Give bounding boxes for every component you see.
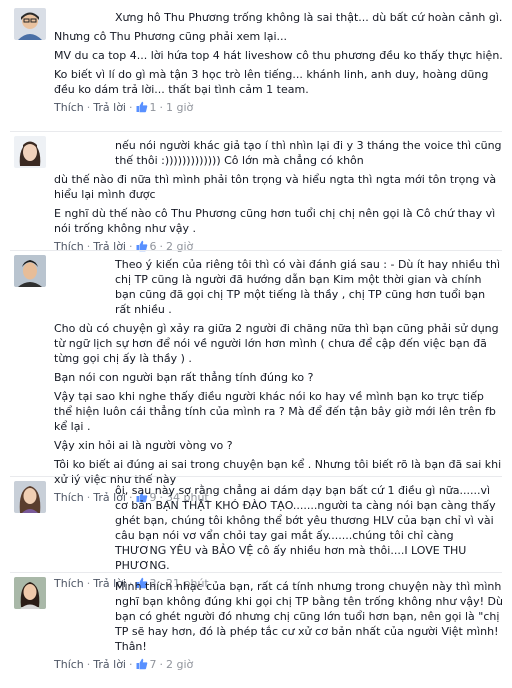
- comment-text: nếu nói người khác giả tạo í thì nhìn lạ…: [115, 139, 502, 167]
- like-link[interactable]: Thích: [54, 240, 84, 253]
- avatar-photo: [14, 577, 46, 609]
- comment-text: Cho dù có chuyện gì xảy ra giữa 2 người …: [54, 322, 499, 365]
- comment-text: Theo ý kiến của riêng tôi thì có vài đán…: [115, 258, 501, 316]
- divider: [10, 476, 502, 477]
- comment-body: Mình thích nhạc của bạn, rất cá tính như…: [54, 579, 504, 672]
- thumbs-up-icon: [136, 658, 147, 670]
- comment-text: Vậy xin hỏi ai là người vòng vo ?: [54, 439, 233, 452]
- avatar-photo: [14, 136, 46, 168]
- like-link[interactable]: Thích: [54, 658, 84, 671]
- comment-text: E nghĩ dù thế nào cô Thu Phương cũng hơn…: [54, 207, 496, 235]
- avatar[interactable]: [14, 481, 46, 513]
- comment-text: MV du ca top 4... lời hứa top 4 hát live…: [54, 49, 503, 62]
- comment-text: Vậy tại sao khi nghe thấy điều người khá…: [54, 390, 496, 433]
- like-count[interactable]: 6: [136, 240, 157, 253]
- avatar[interactable]: [14, 8, 46, 40]
- reply-link[interactable]: Trả lời: [93, 658, 126, 671]
- divider: [10, 572, 502, 573]
- comment-text: dù thế nào đi nữa thì mình phải tôn trọn…: [54, 173, 497, 201]
- avatar[interactable]: [14, 136, 46, 168]
- timestamp[interactable]: 2 giờ: [166, 658, 193, 671]
- avatar-photo: [14, 255, 46, 287]
- comment-text: Nhưng cô Thu Phương cũng phải xem lại...: [54, 30, 288, 43]
- avatar-photo: [14, 8, 46, 40]
- comment-body: nếu nói người khác giả tạo í thì nhìn lạ…: [54, 138, 504, 254]
- avatar-photo: [14, 481, 46, 513]
- reply-link[interactable]: Trả lời: [93, 240, 126, 253]
- like-link[interactable]: Thích: [54, 101, 84, 114]
- reply-link[interactable]: Trả lời: [93, 101, 126, 114]
- like-count[interactable]: 1: [136, 101, 157, 114]
- timestamp[interactable]: 2 giờ: [166, 240, 193, 253]
- divider: [10, 250, 502, 251]
- timestamp[interactable]: 1 giờ: [166, 101, 193, 114]
- comment-text: Xưng hô Thu Phương trống không là sai th…: [115, 11, 503, 24]
- divider: [10, 131, 502, 132]
- comment-body: Theo ý kiến của riêng tôi thì có vài đán…: [54, 257, 504, 505]
- avatar[interactable]: [14, 577, 46, 609]
- comment-text: Ko biết vì lí do gì mà tận 3 học trò lên…: [54, 68, 489, 96]
- comment-actions: Thích · Trả lời · 7 · 2 giờ: [54, 658, 194, 671]
- thumbs-up-icon: [136, 101, 147, 113]
- comment-body: Xưng hô Thu Phương trống không là sai th…: [54, 10, 504, 115]
- comment-feed: Xưng hô Thu Phương trống không là sai th…: [0, 0, 512, 688]
- comment-actions: Thích · Trả lời · 6 · 2 giờ: [54, 240, 194, 253]
- like-count[interactable]: 7: [136, 658, 157, 671]
- comment-text: ôi, sau này sợ rằng chẳng ai dám dạy bạn…: [115, 484, 496, 572]
- comment-text: Bạn nói con người bạn rất thẳng tính đún…: [54, 371, 314, 384]
- comment-actions: Thích · Trả lời · 1 · 1 giờ: [54, 101, 194, 114]
- comment-body: ôi, sau này sợ rằng chẳng ai dám dạy bạn…: [54, 483, 504, 591]
- avatar[interactable]: [14, 255, 46, 287]
- comment-text: Mình thích nhạc của bạn, rất cá tính như…: [115, 580, 503, 653]
